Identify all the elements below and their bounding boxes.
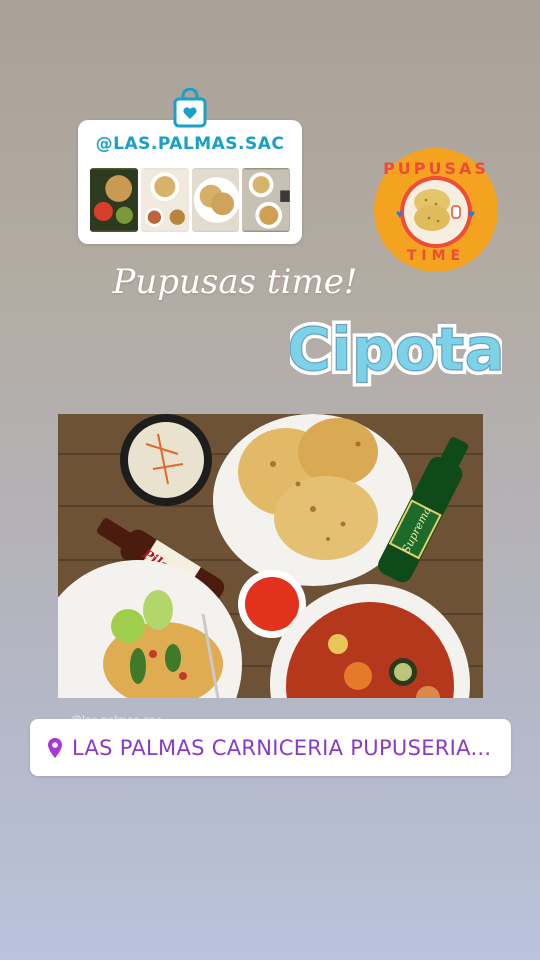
svg-text:♥: ♥ [396, 207, 403, 221]
product-thumb [140, 168, 189, 232]
shopping-sticker[interactable]: @LAS.PALMAS.SAC [78, 120, 302, 244]
story-title: Pupusas time! [112, 262, 358, 302]
product-thumb [242, 168, 290, 232]
product-thumb [90, 168, 138, 232]
cipota-word-outline: Cipota [290, 315, 502, 385]
food-photo: Pilsener Suprema [58, 414, 483, 698]
svg-text:PUPUSAS: PUPUSAS [383, 159, 489, 178]
location-sticker[interactable]: LAS PALMAS CARNICERIA PUPUSERIA... [30, 719, 511, 776]
svg-text:♥: ♥ [468, 207, 475, 221]
cipota-sticker: Cipota Cipota [290, 311, 502, 389]
shop-handle: @LAS.PALMAS.SAC [95, 134, 285, 154]
shopping-bag-icon [173, 88, 207, 128]
pupusas-time-logo: PUPUSAS TIME ♥ ♥ [374, 148, 498, 272]
location-label: LAS PALMAS CARNICERIA PUPUSERIA... [72, 736, 492, 760]
location-pin-icon [48, 738, 62, 758]
product-thumb [191, 168, 240, 232]
product-thumbnails [90, 168, 290, 232]
